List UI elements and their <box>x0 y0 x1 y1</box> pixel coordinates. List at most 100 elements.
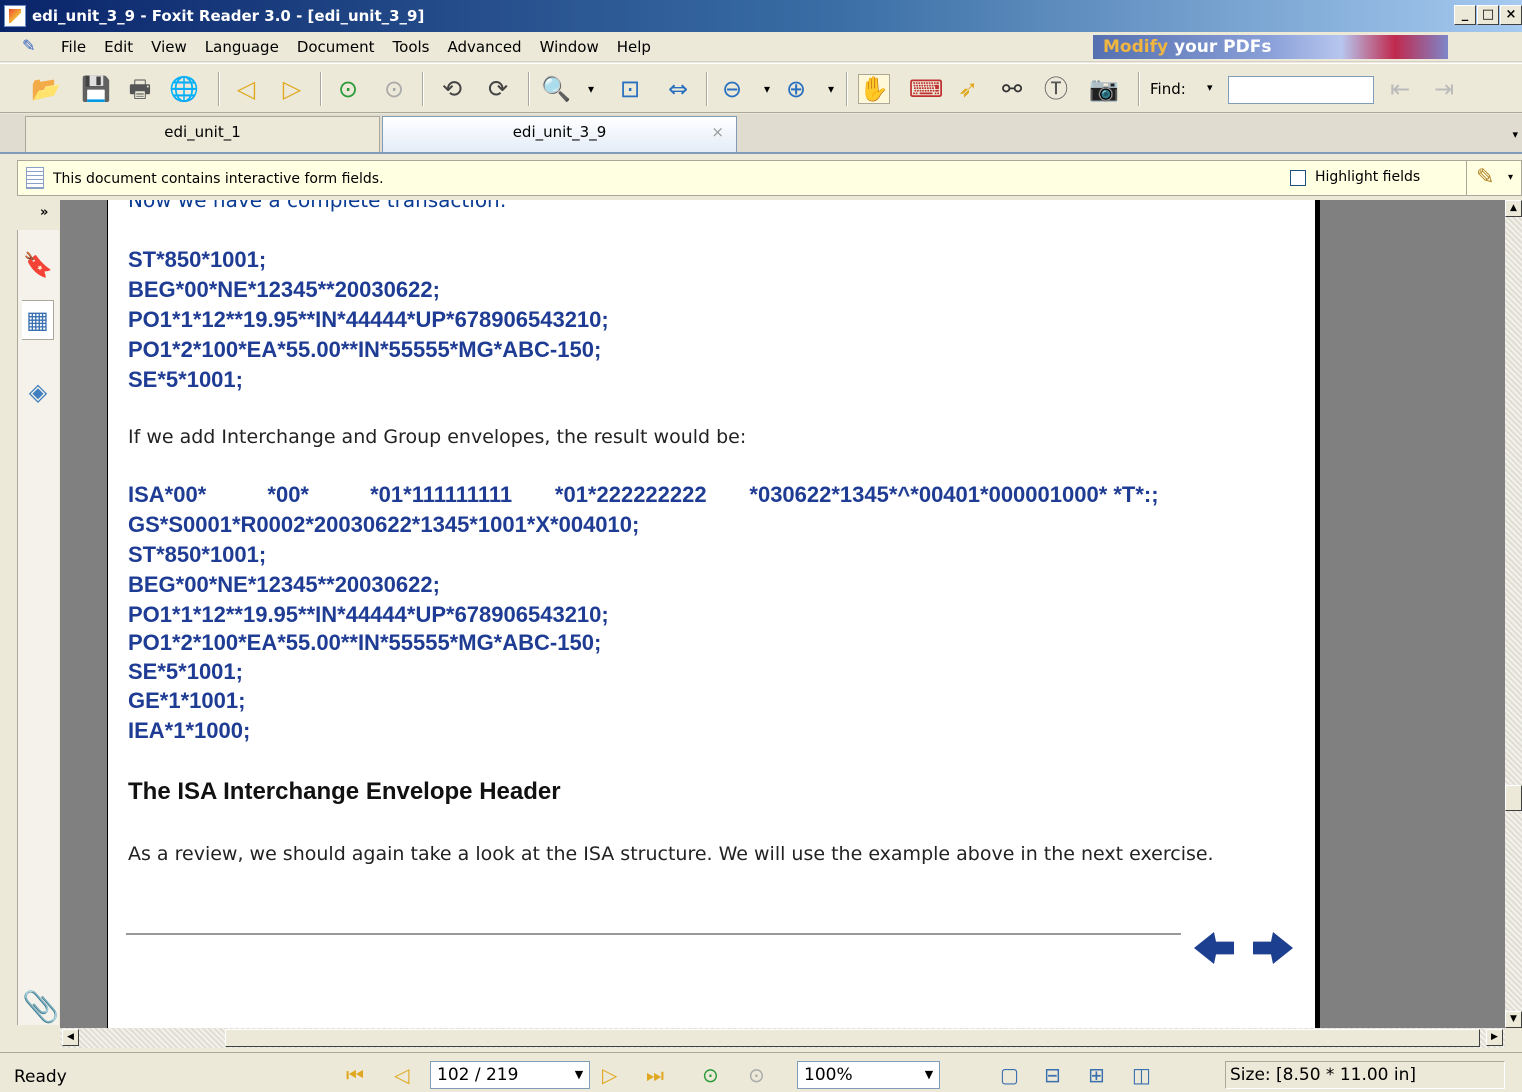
continuous-view-icon[interactable]: ⊟ <box>1044 1065 1061 1085</box>
scroll-down-icon[interactable]: ▼ <box>1505 1011 1522 1028</box>
page-number-field[interactable]: 102 / 219 ▼ <box>430 1061 590 1089</box>
previous-page-icon[interactable]: ◁ <box>230 74 262 104</box>
highlight-fields-checkbox[interactable] <box>1290 170 1306 186</box>
navigation-panel: » 🔖 ▦ ◈ <box>0 200 60 1030</box>
first-page-icon[interactable]: ⏮ <box>346 1065 364 1085</box>
tab-label: edi_unit_1 <box>164 123 241 141</box>
zoom-level-value: 100% <box>804 1065 853 1085</box>
tab-close-icon[interactable]: × <box>711 117 724 147</box>
menu-language[interactable]: Language <box>196 38 288 56</box>
horizontal-scroll-thumb[interactable] <box>225 1029 1480 1047</box>
isa-section-heading: The ISA Interchange Envelope Header <box>128 778 561 805</box>
scroll-right-icon[interactable]: ▶ <box>1486 1029 1503 1046</box>
envelope-line: PO1*1*12**19.95**IN*44444*UP*67890654321… <box>128 602 609 627</box>
page-dropdown-icon[interactable]: ▼ <box>569 1062 589 1088</box>
cut-off-text-line: Now we have a complete transaction: <box>128 200 507 212</box>
status-go-back-icon[interactable]: ⊙ <box>702 1065 719 1085</box>
find-next-icon[interactable]: ⇥ <box>1428 74 1460 104</box>
zoom-out-icon[interactable]: ⊖ <box>716 74 748 104</box>
close-button[interactable]: × <box>1500 5 1522 25</box>
menu-tools[interactable]: Tools <box>384 38 439 56</box>
find-previous-icon[interactable]: ⇤ <box>1384 74 1416 104</box>
next-arrow-icon[interactable] <box>1253 932 1293 964</box>
zoom-in-tool-icon[interactable]: 🔍 <box>540 74 572 104</box>
continuous-facing-view-icon[interactable]: ◫ <box>1132 1065 1151 1085</box>
zoom-in-icon[interactable]: ⊕ <box>780 74 812 104</box>
status-next-page-icon[interactable]: ▷ <box>602 1065 617 1085</box>
save-icon[interactable]: 💾 <box>80 74 112 104</box>
zoom-dropdown-icon[interactable]: ▼ <box>919 1062 939 1088</box>
zoom-level-field[interactable]: 100% ▼ <box>797 1061 940 1089</box>
status-go-forward-icon[interactable]: ⊙ <box>748 1065 765 1085</box>
envelope-intro-text: If we add Interchange and Group envelope… <box>128 426 747 448</box>
zoom-in-dropdown-icon[interactable]: ▾ <box>824 74 838 104</box>
tab-list-dropdown-icon[interactable]: ▾ <box>1512 128 1518 141</box>
find-options-dropdown-icon[interactable]: ▾ <box>1207 81 1213 94</box>
envelope-line: BEG*00*NE*12345**20030622; <box>128 572 440 597</box>
main-toolbar: 📂 💾 🖶 🌐 ◁ ▷ ⊙ ⊙ ⟲ ⟳ 🔍 ▾ ⊡ ⇔ ⊖ ▾ ⊕ ▾ ✋ ⌨ … <box>0 63 1522 113</box>
menu-help[interactable]: Help <box>608 38 660 56</box>
zoom-tool-dropdown-icon[interactable]: ▾ <box>584 74 598 104</box>
pen-icon[interactable]: ✎ <box>1476 165 1494 190</box>
find-input[interactable] <box>1228 76 1374 104</box>
vertical-scrollbar[interactable]: ▲ ▼ <box>1505 200 1522 1028</box>
typewriter-icon[interactable]: Ⓣ <box>1040 74 1072 104</box>
menu-advanced[interactable]: Advanced <box>438 38 530 56</box>
go-back-icon[interactable]: ⊙ <box>332 74 364 104</box>
formbar-separator <box>1466 161 1467 195</box>
menu-edit[interactable]: Edit <box>95 38 142 56</box>
modify-pdfs-ad-banner[interactable]: Modify your PDFs <box>1093 35 1448 59</box>
fit-width-icon[interactable]: ⇔ <box>662 74 694 104</box>
snapshot-camera-icon[interactable]: 📷 <box>1088 74 1120 104</box>
envelope-line: GS*S0001*R0002*20030622*1345*1001*X*0040… <box>128 512 640 537</box>
scroll-up-icon[interactable]: ▲ <box>1505 200 1522 217</box>
highlight-fields-label[interactable]: Highlight fields <box>1315 169 1420 185</box>
print-icon[interactable]: 🖶 <box>124 74 156 104</box>
envelope-line: IEA*1*1000; <box>128 718 251 743</box>
next-page-icon[interactable]: ▷ <box>276 74 308 104</box>
envelope-line: GE*1*1001; <box>128 688 246 713</box>
zoom-out-dropdown-icon[interactable]: ▾ <box>760 74 774 104</box>
title-bar: edi_unit_3_9 - Foxit Reader 3.0 - [edi_u… <box>0 0 1522 32</box>
globe-icon[interactable]: 🌐 <box>168 74 200 104</box>
menu-window[interactable]: Window <box>531 38 608 56</box>
text-select-icon[interactable]: ⌨ <box>909 74 944 104</box>
last-page-icon[interactable]: ⏭ <box>646 1065 664 1085</box>
form-fields-message: This document contains interactive form … <box>53 171 384 187</box>
fit-page-icon[interactable]: ⊡ <box>614 74 646 104</box>
menu-view[interactable]: View <box>142 38 196 56</box>
tab-edi-unit-1[interactable]: edi_unit_1 <box>25 116 380 152</box>
binoculars-icon[interactable]: ⚯ <box>996 74 1028 104</box>
window-controls: _ □ × <box>1454 5 1522 25</box>
attachments-paperclip-icon[interactable]: 📎 <box>22 990 59 1025</box>
scroll-left-icon[interactable]: ◀ <box>62 1029 79 1046</box>
minimize-button[interactable]: _ <box>1454 5 1476 25</box>
menu-document[interactable]: Document <box>288 38 384 56</box>
review-paragraph: As a review, we should again take a look… <box>128 843 1214 865</box>
select-arrow-icon[interactable]: ➶ <box>952 74 984 104</box>
menu-file[interactable]: File <box>52 38 95 56</box>
rotate-left-icon[interactable]: ⟲ <box>436 74 468 104</box>
open-folder-icon[interactable]: 📂 <box>30 74 62 104</box>
go-forward-icon[interactable]: ⊙ <box>378 74 410 104</box>
form-fields-notification-bar: This document contains interactive form … <box>17 160 1522 196</box>
toolbar-separator <box>528 72 530 106</box>
maximize-button[interactable]: □ <box>1477 5 1499 25</box>
document-menu-icon[interactable]: ✎ <box>22 36 46 58</box>
tab-edi-unit-3-9[interactable]: edi_unit_3_9 × <box>382 116 737 152</box>
horizontal-scrollbar[interactable]: ◀ ▶ <box>60 1028 1505 1048</box>
bookmarks-icon[interactable]: 🔖 <box>22 245 54 285</box>
vertical-scroll-thumb[interactable] <box>1505 785 1522 811</box>
rotate-right-icon[interactable]: ⟳ <box>482 74 514 104</box>
status-previous-page-icon[interactable]: ◁ <box>394 1065 409 1085</box>
hand-tool-icon[interactable]: ✋ <box>858 74 890 104</box>
layers-icon[interactable]: ◈ <box>22 372 54 412</box>
single-page-view-icon[interactable]: ▢ <box>1000 1065 1019 1085</box>
previous-arrow-icon[interactable] <box>1194 932 1234 964</box>
facing-view-icon[interactable]: ⊞ <box>1088 1065 1105 1085</box>
pen-dropdown-icon[interactable]: ▾ <box>1508 172 1513 183</box>
document-viewport[interactable]: Now we have a complete transaction: ST*8… <box>60 200 1505 1028</box>
page-thumbnails-icon[interactable]: ▦ <box>22 300 54 340</box>
toolbar-separator <box>846 72 848 106</box>
expand-panel-icon[interactable]: » <box>40 205 48 220</box>
